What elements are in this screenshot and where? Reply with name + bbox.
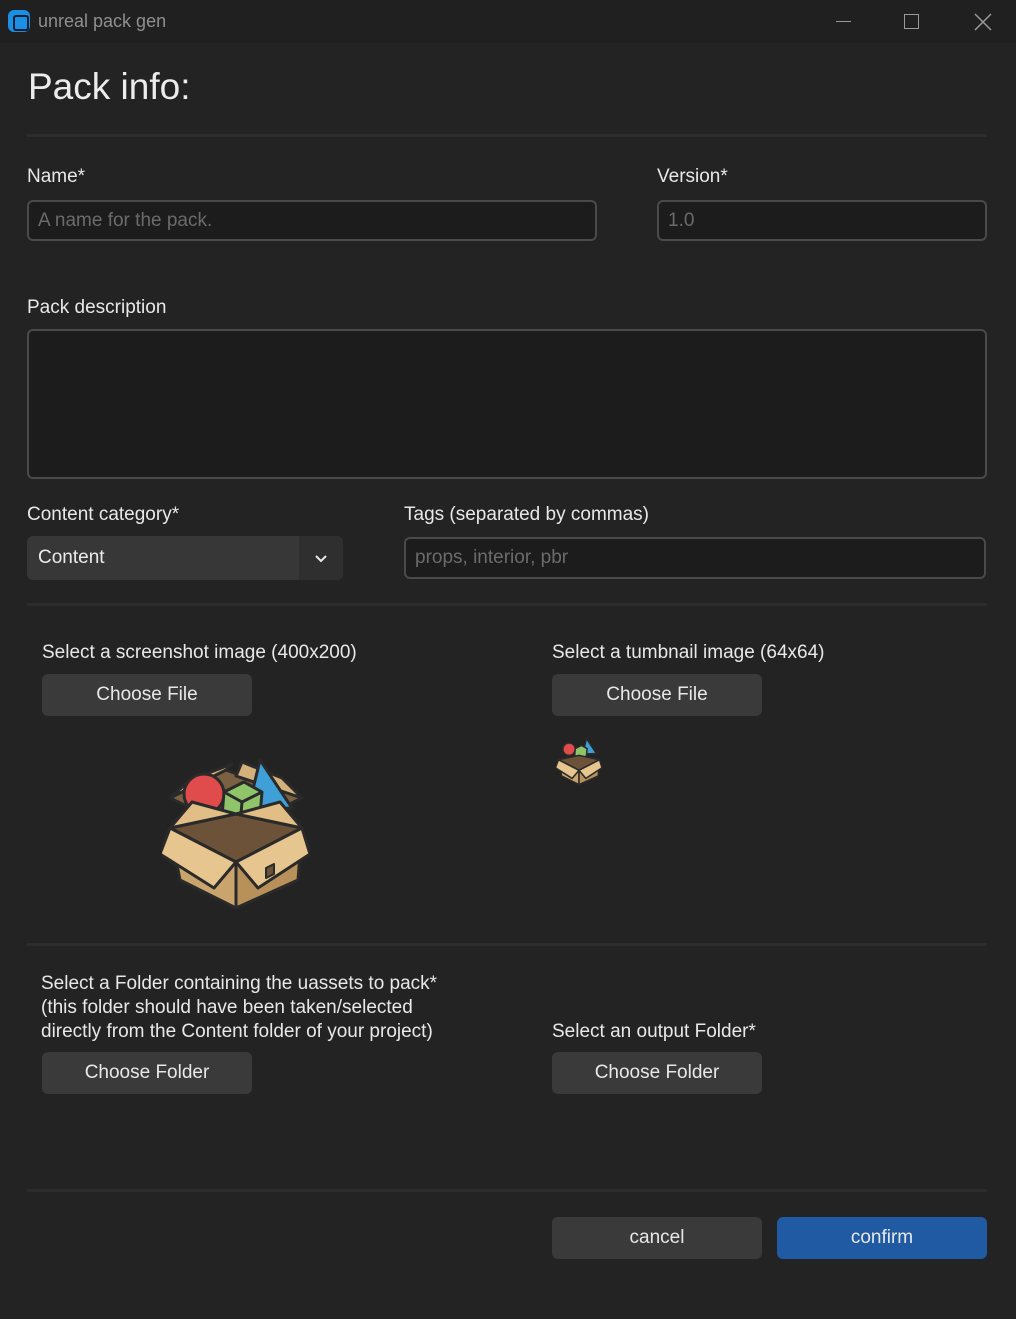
page-title: Pack info: xyxy=(28,66,191,107)
screenshot-preview-image xyxy=(162,758,310,910)
tags-input[interactable] xyxy=(404,537,986,579)
window-title: unreal pack gen xyxy=(38,11,167,31)
confirm-button[interactable]: confirm xyxy=(777,1217,987,1259)
description-label: Pack description xyxy=(27,297,167,318)
source-folder-label-line: (this folder should have been taken/sele… xyxy=(41,997,413,1018)
thumbnail-preview-image xyxy=(556,737,602,786)
category-label: Content category* xyxy=(27,504,180,525)
category-select[interactable]: Content xyxy=(27,536,343,580)
app-icon xyxy=(8,10,30,32)
source-folder-label: Select a Folder containing the uassets t… xyxy=(41,972,437,1044)
tags-label: Tags (separated by commas) xyxy=(404,504,649,525)
choose-screenshot-button[interactable]: Choose File xyxy=(42,674,252,716)
title-bar: unreal pack gen xyxy=(0,0,1016,43)
choose-output-folder-button[interactable]: Choose Folder xyxy=(552,1052,762,1094)
description-textarea[interactable] xyxy=(27,329,987,479)
output-folder-label: Select an output Folder* xyxy=(552,1021,756,1042)
thumbnail-label: Select a tumbnail image (64x64) xyxy=(552,642,825,663)
divider xyxy=(27,943,987,946)
choose-source-folder-button[interactable]: Choose Folder xyxy=(42,1052,252,1094)
minimize-icon[interactable] xyxy=(820,0,866,43)
close-icon[interactable] xyxy=(960,0,1006,43)
divider xyxy=(27,1189,987,1192)
source-folder-label-line: directly from the Content folder of your… xyxy=(41,1021,433,1042)
version-label: Version* xyxy=(657,166,728,187)
chevron-down-icon[interactable] xyxy=(299,536,343,580)
version-input[interactable] xyxy=(657,200,987,241)
maximize-icon[interactable] xyxy=(888,0,934,43)
source-folder-label-line: Select a Folder containing the uassets t… xyxy=(41,973,438,994)
cancel-button[interactable]: cancel xyxy=(552,1217,762,1259)
name-label: Name* xyxy=(27,166,86,187)
choose-thumbnail-button[interactable]: Choose File xyxy=(552,674,762,716)
screenshot-label: Select a screenshot image (400x200) xyxy=(42,642,357,663)
name-input[interactable] xyxy=(27,200,597,241)
divider xyxy=(27,134,987,137)
divider xyxy=(27,603,987,606)
category-selected-value: Content xyxy=(38,547,105,568)
